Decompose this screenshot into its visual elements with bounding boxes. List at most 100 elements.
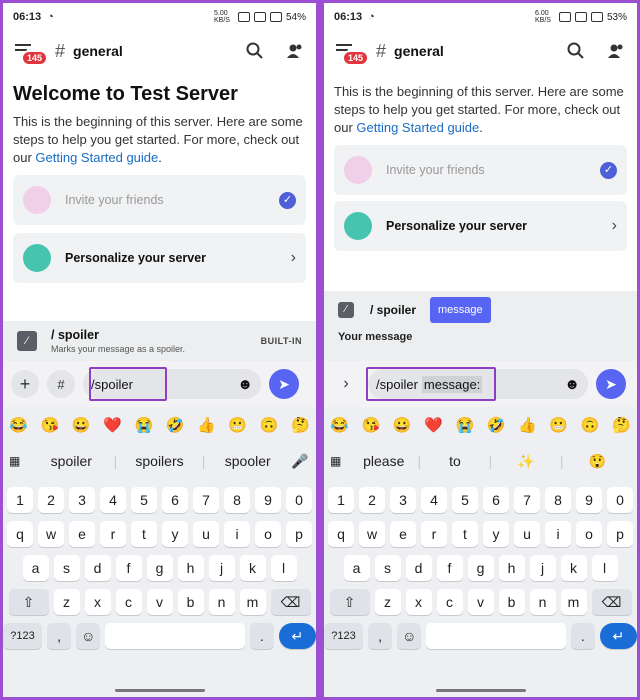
key-5[interactable]: 5	[131, 487, 157, 513]
key-u[interactable]: u	[193, 521, 219, 547]
key-k[interactable]: k	[560, 555, 587, 581]
emoji-suggestion-2[interactable]: 😀	[72, 416, 91, 434]
chevron-right-icon[interactable]: ›	[332, 370, 360, 398]
emoji-icon[interactable]: ☻	[237, 376, 253, 393]
key-y[interactable]: y	[162, 521, 188, 547]
key-v[interactable]: v	[146, 589, 173, 615]
key-k[interactable]: k	[239, 555, 266, 581]
search-icon[interactable]	[567, 42, 585, 60]
key-g[interactable]: g	[467, 555, 494, 581]
key-l[interactable]: l	[270, 555, 297, 581]
key-1[interactable]: 1	[328, 487, 354, 513]
key-x[interactable]: x	[405, 589, 432, 615]
plus-icon[interactable]: +	[11, 370, 39, 398]
emoji-suggestion-5[interactable]: 🤣	[166, 416, 185, 434]
key-7[interactable]: 7	[193, 487, 219, 513]
getting-started-link[interactable]: Getting Started guide	[35, 150, 158, 165]
suggestion-2[interactable]: spoilers	[117, 453, 202, 469]
emoji-suggestion-1[interactable]: 😘	[362, 416, 381, 434]
menu-icon[interactable]: 145	[336, 42, 370, 66]
getting-started-link[interactable]: Getting Started guide	[356, 120, 479, 135]
key-i[interactable]: i	[224, 521, 250, 547]
search-icon[interactable]	[246, 42, 264, 60]
slash-commands-icon[interactable]: #	[47, 370, 75, 398]
members-icon[interactable]	[286, 42, 304, 60]
comma-key[interactable]: ,	[47, 623, 72, 649]
key-7[interactable]: 7	[514, 487, 540, 513]
key-0[interactable]: 0	[607, 487, 633, 513]
personalize-server-card[interactable]: Personalize your server ›	[13, 233, 306, 283]
emoji-suggestion-3[interactable]: ❤️	[103, 416, 122, 434]
key-c[interactable]: c	[436, 589, 463, 615]
key-3[interactable]: 3	[390, 487, 416, 513]
send-icon[interactable]: ➤	[596, 369, 626, 399]
suggestion-3[interactable]: ✨	[492, 453, 560, 470]
key-j[interactable]: j	[529, 555, 556, 581]
key-5[interactable]: 5	[452, 487, 478, 513]
suggestion-3[interactable]: spooler	[205, 453, 290, 469]
key-g[interactable]: g	[146, 555, 173, 581]
key-l[interactable]: l	[591, 555, 618, 581]
suggestion-1[interactable]: please	[350, 453, 418, 469]
grid-icon[interactable]: ▦	[9, 454, 29, 468]
key-h[interactable]: h	[177, 555, 204, 581]
invite-friends-card[interactable]: Invite your friends ✓	[13, 175, 306, 225]
key-s[interactable]: s	[374, 555, 401, 581]
symbols-key[interactable]: ?123	[3, 623, 43, 649]
emoji-suggestion-6[interactable]: 👍	[197, 416, 216, 434]
emoji-suggestion-8[interactable]: 🙃	[260, 416, 279, 434]
emoji-suggestion-4[interactable]: 😭	[455, 416, 474, 434]
mic-icon[interactable]: 🎤	[290, 453, 310, 470]
emoji-suggestion-9[interactable]: 🤔	[612, 416, 631, 434]
shift-icon[interactable]: ⇧	[8, 589, 49, 615]
key-j[interactable]: j	[208, 555, 235, 581]
key-2[interactable]: 2	[359, 487, 385, 513]
comma-key[interactable]: ,	[368, 623, 393, 649]
backspace-icon[interactable]: ⌫	[591, 589, 632, 615]
suggestion-4[interactable]: 😲	[563, 453, 631, 470]
key-o[interactable]: o	[255, 521, 281, 547]
key-p[interactable]: p	[286, 521, 312, 547]
key-m[interactable]: m	[560, 589, 587, 615]
emoji-suggestion-0[interactable]: 😂	[9, 416, 28, 434]
key-s[interactable]: s	[53, 555, 80, 581]
key-v[interactable]: v	[467, 589, 494, 615]
command-suggestion[interactable]: ⁄ / spoiler Marks your message as a spoi…	[3, 321, 316, 361]
key-e[interactable]: e	[390, 521, 416, 547]
key-2[interactable]: 2	[38, 487, 64, 513]
key-9[interactable]: 9	[576, 487, 602, 513]
key-i[interactable]: i	[545, 521, 571, 547]
emoji-suggestion-9[interactable]: 🤔	[291, 416, 310, 434]
key-d[interactable]: d	[405, 555, 432, 581]
symbols-key[interactable]: ?123	[324, 623, 364, 649]
emoji-suggestion-0[interactable]: 😂	[330, 416, 349, 434]
emoji-suggestion-6[interactable]: 👍	[518, 416, 537, 434]
emoji-suggestion-5[interactable]: 🤣	[487, 416, 506, 434]
key-f[interactable]: f	[436, 555, 463, 581]
key-w[interactable]: w	[38, 521, 64, 547]
key-4[interactable]: 4	[100, 487, 126, 513]
key-h[interactable]: h	[498, 555, 525, 581]
personalize-server-card[interactable]: Personalize your server ›	[334, 201, 627, 251]
shift-icon[interactable]: ⇧	[329, 589, 370, 615]
emoji-suggestion-1[interactable]: 😘	[41, 416, 60, 434]
key-a[interactable]: a	[343, 555, 370, 581]
key-w[interactable]: w	[359, 521, 385, 547]
key-p[interactable]: p	[607, 521, 633, 547]
key-z[interactable]: z	[374, 589, 401, 615]
space-key[interactable]	[105, 623, 245, 649]
key-b[interactable]: b	[177, 589, 204, 615]
key-z[interactable]: z	[53, 589, 80, 615]
suggestion-2[interactable]: to	[421, 453, 489, 469]
key-0[interactable]: 0	[286, 487, 312, 513]
key-8[interactable]: 8	[224, 487, 250, 513]
send-icon[interactable]: ➤	[269, 369, 299, 399]
emoji-suggestion-2[interactable]: 😀	[393, 416, 412, 434]
key-u[interactable]: u	[514, 521, 540, 547]
menu-icon[interactable]: 145	[15, 42, 49, 66]
key-a[interactable]: a	[22, 555, 49, 581]
key-t[interactable]: t	[131, 521, 157, 547]
key-4[interactable]: 4	[421, 487, 447, 513]
key-o[interactable]: o	[576, 521, 602, 547]
key-r[interactable]: r	[100, 521, 126, 547]
